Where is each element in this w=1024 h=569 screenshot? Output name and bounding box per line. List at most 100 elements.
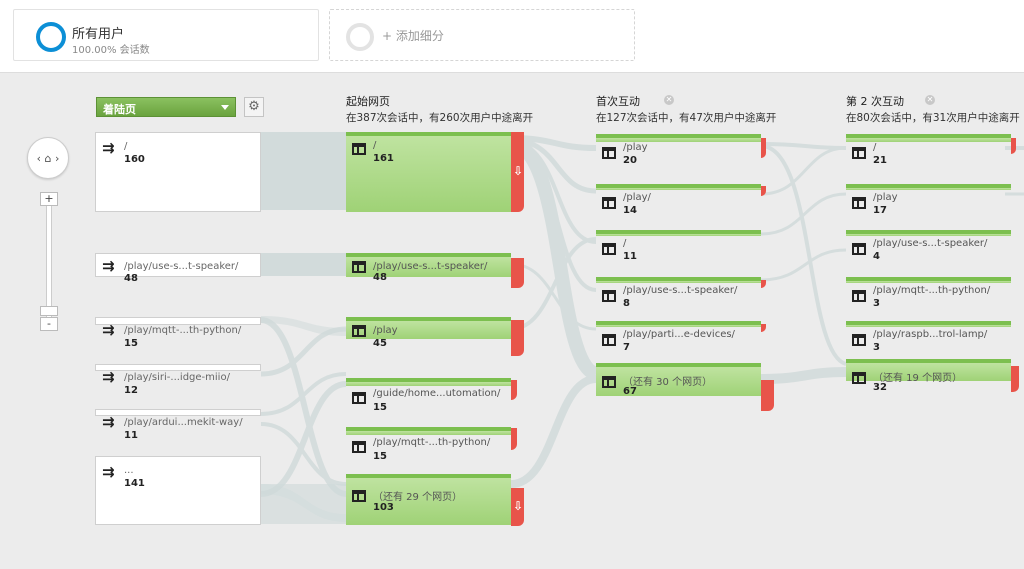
settings-button[interactable]: ⚙ <box>244 97 264 117</box>
home-icon[interactable]: ⌂ <box>45 152 52 165</box>
zoom-slider[interactable] <box>46 198 52 322</box>
node-label: /play/parti...e-devices/ <box>623 329 735 340</box>
node-count: 15 <box>373 451 387 462</box>
first-interaction-node[interactable]: /play/parti...e-devices/ 7 <box>596 321 761 353</box>
node-count: 15 <box>124 338 138 349</box>
close-first-column-icon[interactable]: ✕ <box>664 95 674 105</box>
node-label: /play/use-s...t-speaker/ <box>873 238 988 249</box>
page-icon <box>602 147 616 159</box>
page-icon <box>852 372 866 384</box>
node-label: / <box>873 142 877 153</box>
chevron-down-icon <box>221 105 229 110</box>
column-summary-first: 在127次会话中，有47次用户中途离开 <box>596 112 777 124</box>
second-interaction-node[interactable]: /play/use-s...t-speaker/ 4 <box>846 230 1011 262</box>
start-page-node[interactable]: / 161 <box>346 132 511 212</box>
page-icon <box>602 334 616 346</box>
node-count: 12 <box>124 385 138 396</box>
node-count: 11 <box>124 430 138 441</box>
node-count: 14 <box>623 205 637 216</box>
column-summary-second: 在80次会话中，有31次用户中途离开 <box>846 112 1020 124</box>
entry-arrow-icon: ⇉ <box>102 413 115 431</box>
node-label: /play <box>623 142 648 153</box>
node-label: /play/raspb...trol-lamp/ <box>873 329 988 340</box>
page-icon <box>602 243 616 255</box>
node-count: 8 <box>623 298 630 309</box>
node-count: 3 <box>873 342 880 353</box>
node-count: 7 <box>623 342 630 353</box>
node-label: /play/mqtt-...th-python/ <box>124 325 242 336</box>
start-page-node[interactable]: /play/mqtt-...th-python/ 15 <box>346 427 511 462</box>
dropoff-bar[interactable] <box>761 380 774 411</box>
node-label: /play/ <box>623 192 651 203</box>
start-page-node[interactable]: /play/use-s...t-speaker/ 48 <box>346 253 511 283</box>
landing-node[interactable]: ⇉ / 160 <box>95 132 261 212</box>
node-label: /play/mqtt-...th-python/ <box>873 285 991 296</box>
zoom-in-button[interactable]: + <box>40 192 58 206</box>
entry-arrow-icon: ⇉ <box>102 321 115 339</box>
node-label: /play/use-s...t-speaker/ <box>623 285 738 296</box>
node-label: / <box>623 238 627 249</box>
first-interaction-node[interactable]: （还有 30 个网页） 67 <box>596 363 761 397</box>
column-title-first: 首次互动 <box>596 95 640 108</box>
page-icon <box>602 197 616 209</box>
dropoff-bar[interactable] <box>1011 366 1019 392</box>
segment-all-users[interactable]: 所有用户 100.00% 会话数 <box>13 9 319 61</box>
zoom-out-button[interactable]: - <box>40 317 58 331</box>
dimension-select-value: 着陆页 <box>103 103 136 116</box>
add-segment-button[interactable]: + 添加细分 <box>329 9 635 61</box>
pan-control[interactable]: ‹ ⌂ › <box>27 137 69 179</box>
dropoff-bar[interactable] <box>511 380 517 400</box>
segment-bar: 所有用户 100.00% 会话数 + 添加细分 <box>0 0 1024 73</box>
node-count: 141 <box>124 478 145 489</box>
node-count: 17 <box>873 205 887 216</box>
dropoff-bar[interactable] <box>511 320 524 356</box>
first-interaction-node[interactable]: /play/use-s...t-speaker/ 8 <box>596 277 761 309</box>
empty-segment-circle-icon <box>346 23 374 51</box>
zoom-slider-handle[interactable] <box>40 306 58 316</box>
page-icon <box>352 441 366 453</box>
column-title-second: 第 2 次互动 <box>846 95 904 108</box>
page-icon <box>352 392 366 404</box>
dropoff-bar[interactable]: ⇩ <box>511 488 524 526</box>
page-icon <box>852 147 866 159</box>
column-summary-start: 在387次会话中，有260次用户中途离开 <box>346 112 534 124</box>
node-count: 103 <box>373 502 394 513</box>
page-icon <box>352 325 366 337</box>
dimension-select[interactable]: 着陆页 <box>96 97 236 117</box>
node-count: 15 <box>373 402 387 413</box>
node-count: 4 <box>873 251 880 262</box>
second-interaction-node[interactable]: / 21 <box>846 134 1011 166</box>
landing-node[interactable]: ⇉ /play/use-s...t-speaker/ 48 <box>95 253 261 284</box>
second-interaction-node[interactable]: /play/raspb...trol-lamp/ 3 <box>846 321 1011 353</box>
landing-node[interactable]: ⇉ /play/ardui...mekit-way/ 11 <box>95 409 261 441</box>
second-interaction-node[interactable]: （还有 19 个网页） 32 <box>846 359 1011 393</box>
first-interaction-node[interactable]: /play/ 14 <box>596 184 761 216</box>
page-icon <box>602 290 616 302</box>
second-interaction-node[interactable]: /play 17 <box>846 184 1011 216</box>
second-interaction-node[interactable]: /play/mqtt-...th-python/ 3 <box>846 277 1011 309</box>
landing-node[interactable]: ⇉ /play/mqtt-...th-python/ 15 <box>95 317 261 349</box>
dropoff-bar[interactable] <box>511 258 524 288</box>
node-count: 32 <box>873 382 887 393</box>
node-count: 48 <box>373 272 387 283</box>
dropoff-bar[interactable] <box>1011 138 1016 154</box>
page-icon <box>602 376 616 388</box>
close-second-column-icon[interactable]: ✕ <box>925 95 935 105</box>
dropoff-bar[interactable] <box>761 138 766 158</box>
first-interaction-node[interactable]: / 11 <box>596 230 761 262</box>
start-page-node[interactable]: /play 45 <box>346 317 511 349</box>
entry-arrow-icon: ⇉ <box>102 257 115 275</box>
first-interaction-node[interactable]: /play 20 <box>596 134 761 166</box>
start-page-node[interactable]: （还有 29 个网页） 103 <box>346 474 511 525</box>
entry-arrow-icon: ⇉ <box>102 139 115 157</box>
node-count: 160 <box>124 154 145 165</box>
entry-arrow-icon: ⇉ <box>102 463 115 481</box>
dropoff-bar[interactable] <box>511 428 517 450</box>
dropoff-bar[interactable]: ⇩ <box>511 132 524 212</box>
landing-node[interactable]: ⇉ ... 141 <box>95 456 261 525</box>
node-label: （还有 29 个网页） <box>373 492 463 503</box>
landing-node[interactable]: ⇉ /play/siri-...idge-miio/ 12 <box>95 364 261 396</box>
node-label: /play <box>873 192 898 203</box>
node-label: /guide/home...utomation/ <box>373 388 501 399</box>
start-page-node[interactable]: /guide/home...utomation/ 15 <box>346 378 511 413</box>
